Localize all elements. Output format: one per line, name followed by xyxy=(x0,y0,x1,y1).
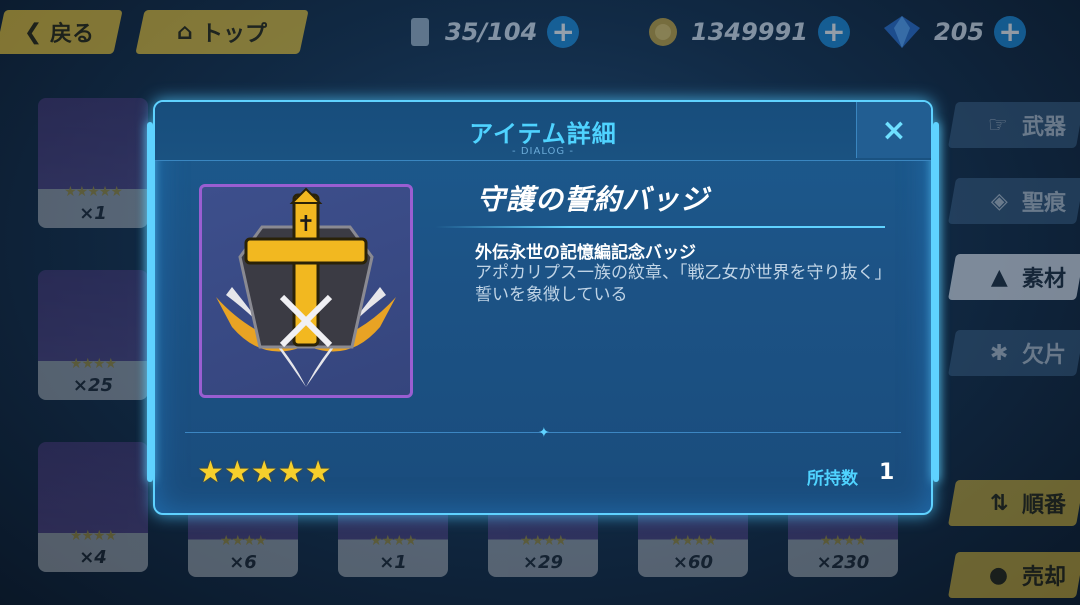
slot-stars: ★★★★ xyxy=(69,356,117,372)
slot-count: ×25 xyxy=(72,375,114,396)
sort-label: 順番 xyxy=(1021,493,1066,518)
diamond-icon: ✦ xyxy=(538,425,550,441)
slot-count: ×1 xyxy=(79,203,107,224)
material-icon: ▲ xyxy=(991,264,1008,290)
owned-value: 1 xyxy=(879,460,895,485)
badge-icon: ✝ xyxy=(216,187,396,387)
slot-count: ×60 xyxy=(672,552,714,573)
slot-stars: ★★★★ xyxy=(669,533,717,549)
tab-fragment[interactable]: ✱ 欠片 xyxy=(947,330,1080,376)
add-stamina-button[interactable]: + xyxy=(547,16,580,48)
crystal-value: 205 xyxy=(934,18,985,46)
slot-count: ×1 xyxy=(379,552,407,573)
star-icons: ★★★★★ xyxy=(197,455,332,490)
sell-button[interactable]: ● 売却 xyxy=(947,552,1080,598)
rarity-stars: ★★★★★ xyxy=(197,458,331,488)
item-name: 守護の誓約バッジ xyxy=(477,183,710,216)
inventory-slot[interactable]: ★★★★ ×4 xyxy=(38,442,148,572)
item-image-frame: ✝ xyxy=(199,184,413,398)
chevron-left-icon: ❮ xyxy=(23,19,43,45)
crystal-display: 205 + xyxy=(880,14,1027,50)
sort-icon: ⇅ xyxy=(989,490,1008,516)
slot-count: ×29 xyxy=(522,552,564,573)
back-label: 戻る xyxy=(50,22,95,47)
coin-value: 1349991 xyxy=(691,18,808,46)
tab-label: 素材 xyxy=(1021,267,1066,292)
sort-button[interactable]: ⇅ 順番 xyxy=(947,480,1080,526)
svg-text:✝: ✝ xyxy=(297,212,315,237)
top-button[interactable]: ⌂ トップ xyxy=(135,10,309,54)
top-label: トップ xyxy=(200,22,267,47)
stamina-display: 35/104 + xyxy=(405,14,580,50)
puzzle-icon: ✱ xyxy=(989,340,1008,366)
stigmata-icon: ◈ xyxy=(991,188,1008,214)
slot-stars: ★★★★ xyxy=(69,528,117,544)
inventory-slot[interactable]: ★★★★★ ×1 xyxy=(38,98,148,228)
dialog-edge-glow xyxy=(147,122,153,482)
tab-label: 武器 xyxy=(1021,115,1066,140)
tab-material[interactable]: ▲ 素材 xyxy=(947,254,1080,300)
add-coin-button[interactable]: + xyxy=(817,16,850,48)
stamina-can-icon xyxy=(411,18,429,46)
close-button[interactable]: × xyxy=(856,102,931,158)
dialog-subtitle: - DIALOG - xyxy=(512,146,574,157)
slot-count: ×6 xyxy=(229,552,257,573)
slot-count: ×230 xyxy=(816,552,870,573)
gun-icon: ☞ xyxy=(988,112,1008,138)
slot-stars: ★★★★ xyxy=(219,533,267,549)
item-description-heading: 外伝永世の記憶編記念バッジ xyxy=(475,243,696,263)
tab-weapon[interactable]: ☞ 武器 xyxy=(947,102,1080,148)
slot-stars: ★★★★ xyxy=(819,533,867,549)
owned-label: 所持数 xyxy=(807,469,858,489)
slot-stars: ★★★★★ xyxy=(64,184,123,200)
item-detail-dialog: アイテム詳細 - DIALOG - × ✝ 守護の誓約バッジ 外伝永世の記憶編記… xyxy=(147,100,939,515)
back-button[interactable]: ❮ 戻る xyxy=(0,10,123,54)
slot-stars: ★★★★ xyxy=(519,533,567,549)
slot-count: ×4 xyxy=(79,547,107,568)
tab-label: 欠片 xyxy=(1021,343,1066,368)
sell-label: 売却 xyxy=(1021,565,1066,590)
item-description: アポカリプス一族の紋章、「戦乙女が世界を守り抜く」誓いを象徴している xyxy=(475,263,892,305)
stamina-value: 35/104 xyxy=(445,18,538,46)
dialog-edge-glow xyxy=(933,122,939,482)
dialog-header: アイテム詳細 - DIALOG - × xyxy=(155,102,931,161)
money-bag-icon: ● xyxy=(988,562,1008,588)
coin-icon xyxy=(649,18,677,46)
coin-display: 1349991 + xyxy=(645,14,850,50)
name-underline xyxy=(435,226,885,228)
slot-stars: ★★★★ xyxy=(369,533,417,549)
inventory-slot[interactable]: ★★★★ ×25 xyxy=(38,270,148,400)
tab-stigmata[interactable]: ◈ 聖痕 xyxy=(947,178,1080,224)
close-icon: × xyxy=(881,112,907,148)
dialog-title: アイテム詳細 xyxy=(469,120,617,148)
add-crystal-button[interactable]: + xyxy=(994,16,1027,48)
home-icon: ⌂ xyxy=(177,19,193,45)
tab-label: 聖痕 xyxy=(1021,191,1066,216)
crystal-icon xyxy=(884,16,920,48)
